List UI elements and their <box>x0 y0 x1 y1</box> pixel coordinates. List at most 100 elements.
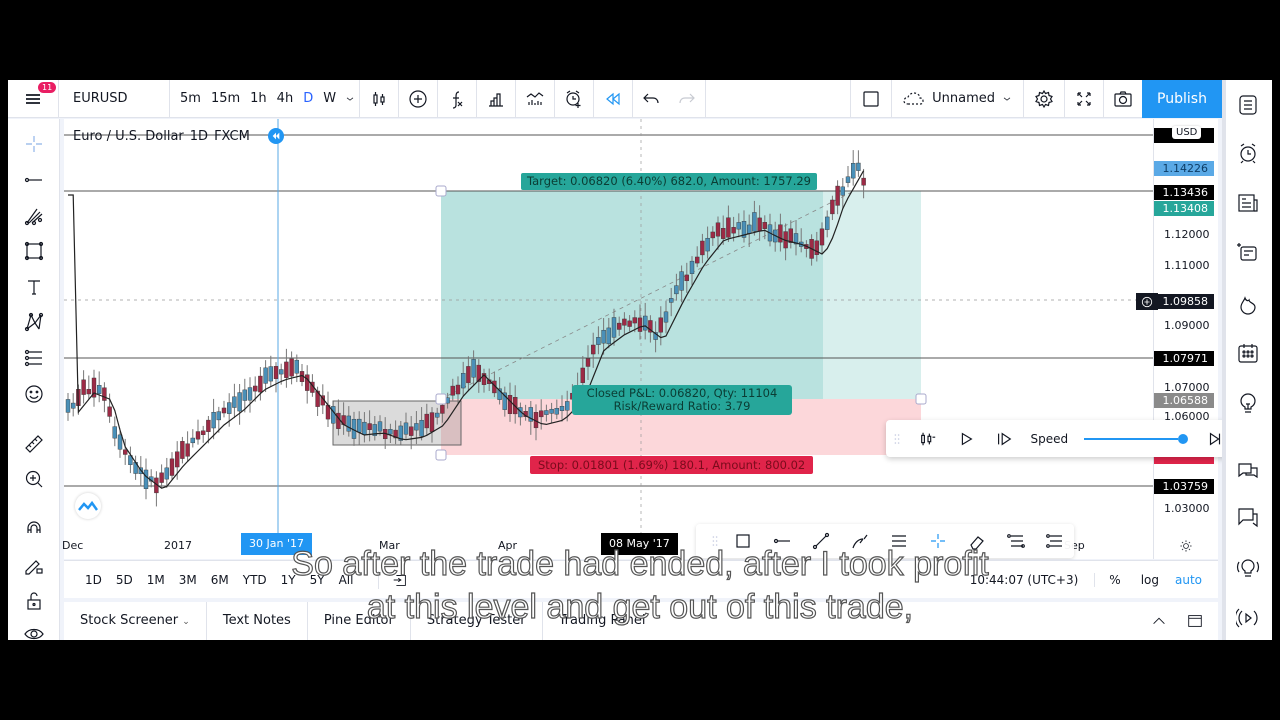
candle-body <box>689 260 695 274</box>
candle-body <box>700 240 705 256</box>
candle-body <box>169 458 175 476</box>
measure-tool[interactable] <box>21 431 47 457</box>
trend-line-tool[interactable] <box>21 167 47 193</box>
play-button[interactable] <box>947 420 985 457</box>
interval-w[interactable]: W <box>318 80 341 118</box>
play-icon <box>961 432 973 445</box>
news-icon <box>1238 194 1258 212</box>
publish-button[interactable]: Publish <box>1142 80 1222 118</box>
ideas-stream-button[interactable] <box>1234 238 1262 266</box>
templates-button[interactable] <box>516 80 554 118</box>
alert-button[interactable] <box>555 80 593 118</box>
zoom-in-tool[interactable] <box>21 466 47 492</box>
stop-label[interactable]: Stop: 0.01801 (1.69%) 180.1, Amount: 800… <box>530 456 814 474</box>
position-handle <box>435 185 447 197</box>
legend-interval: 1D <box>189 128 209 144</box>
cloud-icon <box>903 91 924 105</box>
interval-4h[interactable]: 4h <box>272 80 299 118</box>
text-icon <box>28 280 40 295</box>
layout-name-button[interactable]: Unnamed <box>892 80 1023 118</box>
candle-body <box>226 402 232 414</box>
candle-body <box>715 222 721 237</box>
legend-symbol-title: Euro / U.S. Dollar <box>73 128 184 144</box>
chart-type-button[interactable] <box>360 80 398 118</box>
watchlist-icon <box>1239 95 1257 115</box>
hotlists-button[interactable] <box>1234 291 1262 319</box>
private-chats-button[interactable] <box>1234 503 1262 531</box>
financials-button[interactable] <box>477 80 515 118</box>
chart-pane[interactable]: Euro / U.S. Dollar 1D FXCM Target: 0.068… <box>64 119 1218 559</box>
closed-pnl-label[interactable]: Closed P&L: 0.06820, Qty: 11104 Risk/Rew… <box>572 385 792 415</box>
layout-button[interactable] <box>851 80 891 118</box>
indicators-button[interactable] <box>438 80 476 118</box>
pattern-icon <box>24 312 44 332</box>
interval-d[interactable]: D <box>298 80 318 118</box>
candle-body <box>611 317 617 338</box>
calendar-button[interactable] <box>1234 339 1262 367</box>
replay-icon <box>606 92 620 105</box>
tradingview-logo[interactable] <box>75 493 101 519</box>
candle-body <box>304 374 310 391</box>
forward-step-button[interactable] <box>985 420 1023 457</box>
legend-exchange: FXCM <box>214 128 250 144</box>
news-button[interactable] <box>1234 189 1262 217</box>
candle-body <box>549 408 554 414</box>
alerts-button[interactable] <box>1234 139 1262 167</box>
ideas-button[interactable] <box>1234 390 1262 418</box>
candle-body <box>357 418 362 433</box>
candle-body <box>362 421 367 435</box>
candle-body <box>424 413 429 429</box>
currency-label[interactable]: USD <box>1172 126 1202 139</box>
speed-slider[interactable] <box>1083 432 1188 446</box>
crosshair-icon <box>26 136 42 152</box>
interval-15m[interactable]: 15m <box>206 80 245 118</box>
screenshot-button[interactable] <box>1104 80 1142 118</box>
flame-icon <box>1240 296 1256 315</box>
candle-body <box>554 408 559 415</box>
crosshair-tool[interactable] <box>21 131 47 157</box>
candle-body <box>455 384 461 395</box>
patterns-tool[interactable] <box>21 309 47 335</box>
chevron-down-icon <box>346 97 354 101</box>
candle-body <box>86 389 91 395</box>
candle-body <box>669 298 674 303</box>
replay-marker-button[interactable] <box>267 128 284 144</box>
compare-button[interactable] <box>399 80 437 118</box>
rectangle-icon <box>24 241 44 261</box>
add-alert-button[interactable] <box>1136 293 1158 310</box>
candle-body <box>736 222 741 230</box>
interval-dropdown[interactable] <box>341 80 359 118</box>
prediction-tool[interactable] <box>21 345 47 371</box>
price-tick: 1.12000 <box>1164 228 1210 241</box>
chats-button[interactable] <box>1234 457 1262 485</box>
shapes-tool[interactable] <box>21 238 47 264</box>
candle-body <box>830 199 835 215</box>
candle-body <box>731 227 736 234</box>
redo-button[interactable] <box>669 80 705 118</box>
undo-button[interactable] <box>633 80 669 118</box>
settings-button[interactable] <box>1024 80 1064 118</box>
icons-tool[interactable] <box>21 381 47 407</box>
replay-drag-handle[interactable] <box>886 420 909 457</box>
text-tool[interactable] <box>21 274 47 300</box>
candle-body <box>429 412 435 432</box>
target-label[interactable]: Target: 0.06820 (6.40%) 682.0, Amount: 1… <box>521 173 817 190</box>
candle-body <box>580 367 585 383</box>
watchlist-button[interactable] <box>1234 91 1262 119</box>
select-bar-button[interactable] <box>909 420 947 457</box>
candle-body <box>819 228 825 246</box>
fullscreen-button[interactable] <box>1065 80 1103 118</box>
magnet-tool[interactable] <box>21 517 47 543</box>
price-axis[interactable]: 1.12000 1.11000 1.09000 1.07000 1.06000 … <box>1153 119 1218 559</box>
ruler-icon <box>25 435 43 453</box>
gann-fib-tool[interactable] <box>21 203 47 229</box>
menu-button[interactable]: 11 <box>8 80 58 118</box>
candle-body <box>117 434 123 450</box>
speed-slider-thumb[interactable] <box>1177 433 1188 444</box>
candle-body <box>461 373 466 389</box>
risk-reward-text: Risk/Reward Ratio: 3.79 <box>613 399 751 413</box>
replay-button[interactable] <box>594 80 632 118</box>
interval-5m[interactable]: 5m <box>175 80 206 118</box>
interval-1h[interactable]: 1h <box>245 80 272 118</box>
symbol-search-button[interactable]: EURUSD <box>59 80 169 118</box>
